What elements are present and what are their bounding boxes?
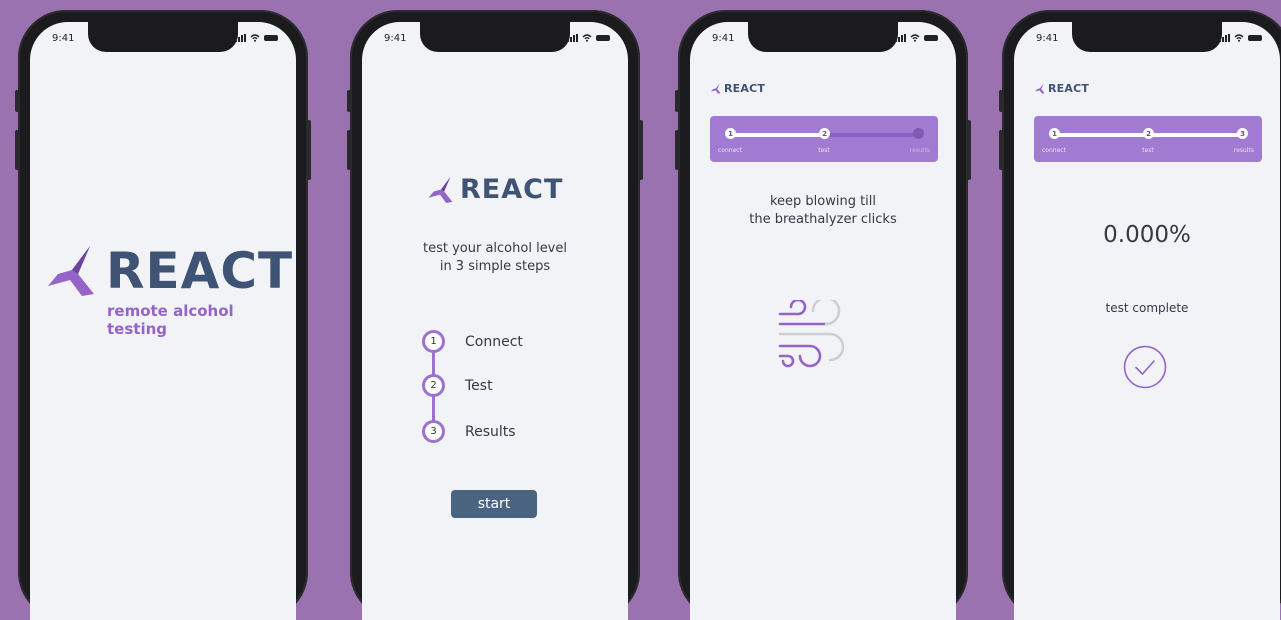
progress-node: 3 <box>913 128 924 139</box>
logo-wordmark: REACT <box>106 242 294 300</box>
header-logo: REACT <box>710 82 765 95</box>
status-time: 9:41 <box>52 33 75 44</box>
step-label: Test <box>465 377 493 394</box>
status-icons <box>235 33 278 43</box>
mute-switch <box>347 90 351 112</box>
logo-wordmark: REACT <box>724 82 766 95</box>
steps-list: 1 Connect 2 Test 3 Results <box>422 330 562 443</box>
intro-screen: 9:41 REACT test your alcohol level in 3 … <box>362 22 628 620</box>
result-value: 0.000% <box>1103 222 1191 248</box>
progress-label: test <box>1142 147 1154 154</box>
notch <box>748 22 898 52</box>
header-logo: REACT <box>1034 82 1089 95</box>
wifi-icon <box>250 34 260 42</box>
volume-button <box>15 130 19 170</box>
progress-label: test <box>818 147 830 154</box>
signal-icon <box>235 34 246 42</box>
battery-icon <box>924 35 938 41</box>
volume-button <box>999 130 1003 170</box>
splash-logo: REACT <box>44 244 293 298</box>
progress-label: results <box>909 147 930 154</box>
phone-intro: 9:41 REACT test your alcohol level in 3 … <box>347 10 643 620</box>
react-logo-icon <box>1035 83 1045 94</box>
wifi-icon <box>582 34 592 42</box>
wifi-icon <box>910 34 920 42</box>
progress-node: 2 <box>1143 128 1154 139</box>
progress-label: connect <box>718 147 742 154</box>
step-number-badge: 2 <box>422 374 445 397</box>
intro-text: test your alcohol level in 3 simple step… <box>423 241 567 274</box>
progress-label: connect <box>1042 147 1066 154</box>
phone-test: 9:41 REACT 1 2 3 connect test results ke… <box>675 10 971 620</box>
notch <box>420 22 570 52</box>
results-screen: 9:41 REACT 1 2 3 connect test results 0.… <box>1014 22 1280 620</box>
logo-wordmark: REACT <box>460 174 564 205</box>
progress-node: 1 <box>725 128 736 139</box>
power-button <box>967 120 971 180</box>
splash-screen: 9:41 REACT remote alcohol testing <box>30 22 296 620</box>
react-logo-icon <box>48 246 94 296</box>
power-button <box>307 120 311 180</box>
react-logo-icon <box>428 176 453 203</box>
status-icons <box>895 33 938 43</box>
progress-node: 2 <box>819 128 830 139</box>
check-circle-icon <box>1123 345 1167 389</box>
progress-bar: 1 2 3 connect test results <box>1034 116 1262 162</box>
power-button <box>639 120 643 180</box>
battery-icon <box>1248 35 1262 41</box>
status-time: 9:41 <box>712 33 735 44</box>
progress-label: results <box>1233 147 1254 154</box>
mute-switch <box>999 90 1003 112</box>
notch <box>1072 22 1222 52</box>
intro-logo: REACT <box>426 174 563 205</box>
instruction-line-2: the breathalyzer clicks <box>749 212 897 227</box>
status-text: test complete <box>1105 301 1189 315</box>
battery-icon <box>264 35 278 41</box>
progress-node: 1 <box>1049 128 1060 139</box>
step-number-badge: 1 <box>422 330 445 353</box>
progress-node: 3 <box>1237 128 1248 139</box>
notch <box>88 22 238 52</box>
volume-button <box>347 130 351 170</box>
instruction-line-1: keep blowing till <box>769 194 877 209</box>
status-icons <box>1219 33 1262 43</box>
step-item: 1 Connect <box>422 330 523 353</box>
status-time: 9:41 <box>384 33 407 44</box>
signal-icon <box>1219 34 1230 42</box>
status-icons <box>567 33 610 43</box>
signal-icon <box>567 34 578 42</box>
volume-button <box>675 130 679 170</box>
tagline: remote alcohol testing <box>107 302 234 338</box>
step-number-badge: 3 <box>422 420 445 443</box>
battery-icon <box>596 35 610 41</box>
progress-fill <box>730 133 824 137</box>
mute-switch <box>675 90 679 112</box>
wind-icon <box>778 300 845 368</box>
react-logo-icon <box>711 83 721 94</box>
test-screen: 9:41 REACT 1 2 3 connect test results ke… <box>690 22 956 620</box>
signal-icon <box>895 34 906 42</box>
phone-results: 9:41 REACT 1 2 3 connect test results 0.… <box>999 10 1281 620</box>
step-item: 3 Results <box>422 420 516 443</box>
start-button[interactable]: start <box>451 490 537 518</box>
step-item: 2 Test <box>422 374 493 397</box>
progress-bar: 1 2 3 connect test results <box>710 116 938 162</box>
step-label: Results <box>465 423 516 440</box>
phone-splash: 9:41 REACT remote alcohol testing <box>15 10 311 620</box>
mute-switch <box>15 90 19 112</box>
wifi-icon <box>1234 34 1244 42</box>
step-label: Connect <box>465 333 523 350</box>
status-time: 9:41 <box>1036 33 1059 44</box>
logo-wordmark: REACT <box>1048 82 1090 95</box>
